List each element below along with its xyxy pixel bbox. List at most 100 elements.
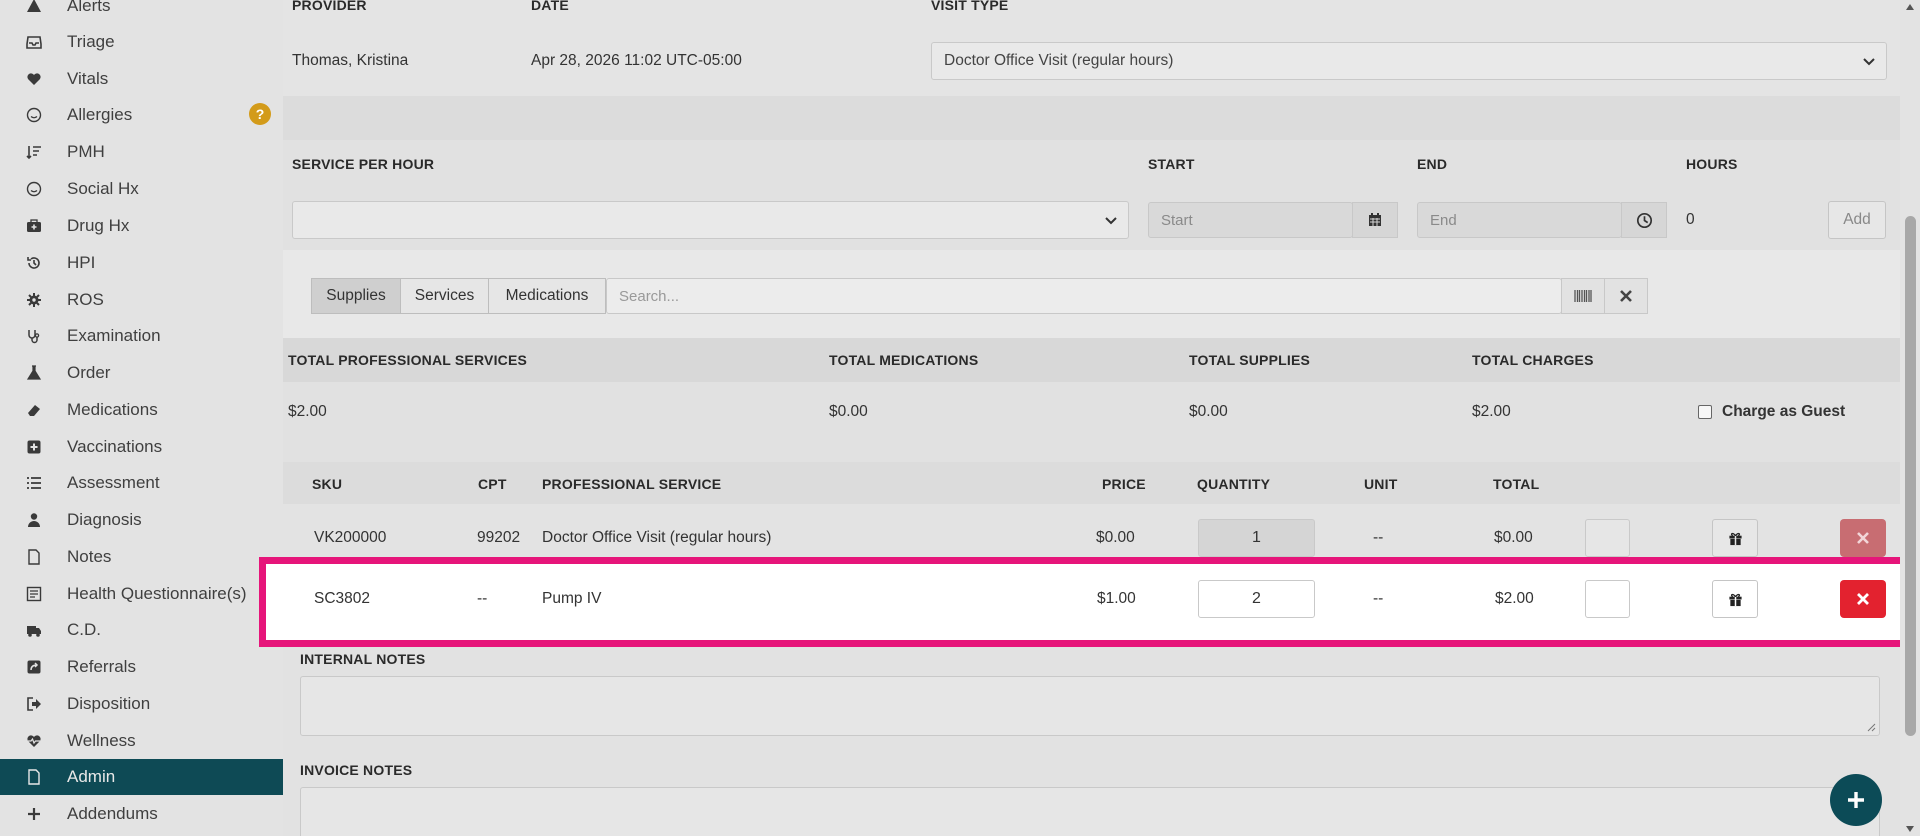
discount-input[interactable] [1585, 519, 1630, 557]
page-scrollbar[interactable] [1900, 0, 1920, 836]
start-time-input[interactable]: Start [1148, 202, 1353, 238]
sidebar-item-drug-hx[interactable]: Drug Hx [0, 208, 283, 244]
sort-list-icon [24, 142, 44, 162]
sidebar-item-vaccinations[interactable]: Vaccinations [0, 429, 283, 465]
calendar-icon [1369, 213, 1381, 226]
total-charges-header: TOTAL CHARGES [1472, 352, 1594, 368]
total-supplies-header: TOTAL SUPPLIES [1189, 352, 1311, 368]
sidebar-item-order[interactable]: Order [0, 355, 283, 391]
total-medications-value: $0.00 [829, 403, 868, 420]
catalog-search-input[interactable]: Search... [606, 278, 1562, 314]
total-medications-header: TOTAL MEDICATIONS [829, 352, 979, 368]
barcode-icon [1574, 290, 1592, 302]
sidebar-item-wellness[interactable]: Wellness [0, 723, 283, 759]
resize-handle-icon[interactable] [1866, 722, 1876, 732]
charge-as-guest-checkbox[interactable] [1698, 405, 1712, 419]
hours-header: HOURS [1686, 156, 1738, 172]
professional-service-header: PROFESSIONAL SERVICE [542, 476, 722, 492]
history-icon [24, 253, 44, 273]
sidebar-item-vitals[interactable]: Vitals [0, 61, 283, 97]
sidebar-item-label: Health Questionnaire(s) [67, 584, 247, 603]
gift-button[interactable] [1712, 519, 1758, 557]
quantity-input[interactable]: 1 [1198, 519, 1315, 557]
barcode-button[interactable] [1561, 278, 1605, 314]
scrollbar-thumb[interactable] [1905, 216, 1916, 736]
start-placeholder: Start [1161, 211, 1193, 229]
sidebar-item-examination[interactable]: Examination [0, 318, 283, 354]
date-header: DATE [531, 0, 569, 13]
allergies-help-badge[interactable]: ? [249, 103, 271, 125]
sidebar-item-addendums[interactable]: Addendums [0, 796, 283, 832]
service-per-hour-select[interactable] [292, 201, 1129, 239]
chevron-down-icon [1863, 58, 1875, 66]
sidebar-item-label: Examination [67, 326, 161, 345]
floating-add-button[interactable] [1830, 774, 1882, 826]
plus-icon [24, 804, 44, 824]
sidebar-item-label: Drug Hx [67, 216, 130, 235]
flask-icon [24, 363, 44, 383]
sidebar-item-alerts[interactable]: Alerts [0, 0, 283, 24]
discount-input[interactable] [1585, 580, 1630, 618]
clear-search-button[interactable] [1604, 278, 1648, 314]
sidebar-item-assessment[interactable]: Assessment [0, 465, 283, 501]
search-placeholder: Search... [619, 287, 680, 305]
scroll-up-icon[interactable] [1905, 3, 1915, 11]
medkit-icon [24, 216, 44, 236]
totals-values-band [283, 382, 1900, 462]
sidebar-item-label: Wellness [67, 731, 136, 750]
close-icon [1857, 532, 1869, 544]
charge-as-guest-label: Charge as Guest [1722, 403, 1846, 420]
sidebar-item-social-hx[interactable]: Social Hx [0, 171, 283, 207]
quantity-input[interactable]: 2 [1198, 580, 1315, 618]
sidebar-item-cd[interactable]: C.D. [0, 612, 283, 648]
visit-type-select[interactable]: Doctor Office Visit (regular hours) [931, 42, 1887, 80]
remove-row-button[interactable] [1840, 580, 1886, 618]
sidebar-item-triage[interactable]: Triage [0, 24, 283, 60]
gift-icon [1728, 593, 1742, 606]
row-service: Pump IV [542, 590, 602, 607]
plus-square-icon [24, 437, 44, 457]
sidebar-item-hpi[interactable]: HPI [0, 245, 283, 281]
sidebar-item-admin[interactable]: Admin [0, 759, 283, 795]
remove-row-button[interactable] [1840, 519, 1886, 557]
provider-header: PROVIDER [292, 0, 367, 13]
sidebar-item-label: Medications [67, 400, 158, 419]
row-total: $0.00 [1494, 529, 1533, 546]
tab-supplies[interactable]: Supplies [311, 278, 401, 314]
end-time-input[interactable]: End [1417, 202, 1622, 238]
tab-medications[interactable]: Medications [488, 278, 606, 314]
internal-notes-textarea[interactable] [300, 676, 1880, 736]
sidebar-item-pmh[interactable]: PMH [0, 134, 283, 170]
sidebar-item-label: Disposition [67, 694, 151, 713]
sidebar-item-disposition[interactable]: Disposition [0, 686, 283, 722]
sidebar-item-allergies[interactable]: Allergies [0, 97, 283, 133]
row-unit: -- [1373, 590, 1384, 607]
invoice-notes-textarea[interactable] [300, 787, 1880, 836]
sidebar-item-label: Addendums [67, 804, 158, 823]
sidebar-item-ros[interactable]: ROS [0, 282, 283, 318]
add-hours-button[interactable]: Add [1828, 201, 1886, 239]
cpt-header: CPT [478, 476, 507, 492]
tab-services[interactable]: Services [400, 278, 489, 314]
sidebar-item-referrals[interactable]: Referrals [0, 649, 283, 685]
scroll-down-icon[interactable] [1905, 825, 1915, 833]
internal-notes-header: INTERNAL NOTES [300, 651, 426, 667]
unit-header: UNIT [1364, 476, 1398, 492]
row-total: $2.00 [1495, 590, 1534, 607]
user-md-icon [24, 510, 44, 530]
sidebar-item-medications[interactable]: Medications [0, 392, 283, 428]
start-header: START [1148, 156, 1195, 172]
quantity-header: QUANTITY [1197, 476, 1271, 492]
sidebar-item-label: Assessment [67, 473, 160, 492]
calendar-button[interactable] [1352, 202, 1398, 238]
gear-icon [24, 290, 44, 310]
list-icon [24, 473, 44, 493]
sidebar-item-diagnosis[interactable]: Diagnosis [0, 502, 283, 538]
row-cpt: 99202 [477, 529, 521, 546]
sidebar-item-health-questionnaires[interactable]: Health Questionnaire(s) [0, 576, 283, 612]
clock-button[interactable] [1621, 202, 1667, 238]
gift-button[interactable] [1712, 580, 1758, 618]
sidebar-item-label: Alerts [67, 0, 111, 15]
total-professional-services-value: $2.00 [288, 403, 327, 420]
sidebar-item-notes[interactable]: Notes [0, 539, 283, 575]
